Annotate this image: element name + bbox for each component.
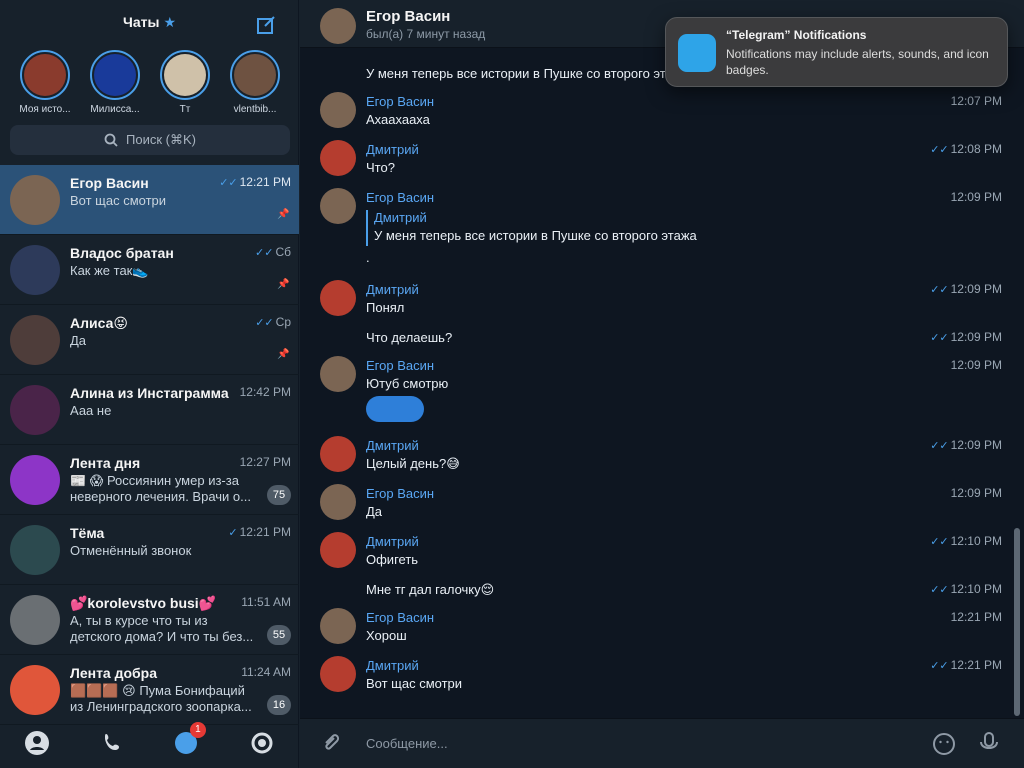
stories-strip: Моя исто... Милисса... Тт vlentbib... [0, 50, 299, 120]
attach-icon[interactable] [320, 733, 342, 755]
chat-row[interactable]: Алиса😝 ✓✓ Ср Да 📌 [0, 305, 299, 375]
system-notification[interactable]: “Telegram” Notifications Notifications m… [665, 17, 1008, 87]
pin-icon: 📌 [277, 349, 290, 360]
avatar[interactable] [320, 8, 356, 44]
message-input[interactable]: Сообщение... [366, 736, 448, 751]
chat-row[interactable]: Владос братан ✓✓ Сб Как же так👟 📌 [0, 235, 299, 305]
profile-icon[interactable] [24, 730, 50, 756]
gear-icon[interactable] [249, 730, 275, 756]
telegram-app: Чаты ★ Моя исто... Милисса... Тт vlentbib… [0, 0, 1024, 768]
story-item[interactable]: Милисса... [80, 50, 150, 115]
sidebar: Чаты ★ Моя исто... Милисса... Тт vlentbib… [0, 0, 299, 768]
chat-row[interactable]: Егор Васин ✓✓ 12:21 PM Вот щас смотри 📌 [0, 165, 299, 235]
chat-row[interactable]: Лента дня 12:27 PM 📰 😱 Россиянин умер из-з… [0, 445, 299, 515]
pin-icon: 📌 [277, 209, 290, 220]
bottom-navigation: 1 [0, 718, 299, 768]
message-text: У меня теперь все истории в Пушке со вто… [366, 66, 689, 81]
unread-badge: 16 [267, 695, 291, 715]
telegram-logo-icon [678, 34, 716, 72]
search-input[interactable]: Поиск (⌘K) [10, 125, 290, 155]
notification-body: Notifications may include alerts, sounds… [726, 47, 989, 77]
star-icon[interactable]: ★ [163, 14, 176, 30]
chat-list: Егор Васин ✓✓ 12:21 PM Вот щас смотри 📌 Влад… [0, 165, 299, 725]
phone-icon[interactable] [99, 730, 125, 756]
search-icon [104, 133, 118, 147]
story-item[interactable]: Тт [150, 50, 220, 115]
chat-row[interactable]: 💕korolevstvo busi💕 11:51 AM А, ты в курсе … [0, 585, 299, 655]
notification-title: “Telegram” Notifications [726, 28, 867, 42]
story-item[interactable]: Моя исто... [10, 50, 80, 115]
emoji-icon[interactable] [932, 732, 956, 756]
message-list: У меня теперь все истории в Пушке со вто… [300, 48, 1024, 718]
nav-badge: 1 [189, 722, 206, 738]
chat-pane: Егор Васин был(а) 7 минут назад У меня т… [300, 0, 1024, 768]
chat-row[interactable]: Тёма ✓ 12:21 PM Отменённый звонок [0, 515, 299, 585]
scrollbar[interactable] [1014, 528, 1020, 716]
chats-tab[interactable]: 1 [174, 722, 206, 756]
composer: Сообщение... [300, 718, 1024, 768]
chat-status: был(а) 7 минут назад [366, 27, 486, 41]
microphone-icon[interactable] [978, 731, 1000, 755]
chat-title: Егор Васин [366, 8, 451, 25]
chat-row[interactable]: Лента добра 11:24 AM 🟫🟫🟫 😢 Пума Бонифаций … [0, 655, 299, 725]
chat-row[interactable]: Алина из Инстаграмма 12:42 PM Ааа не [0, 375, 299, 445]
unread-badge: 55 [267, 625, 291, 645]
unread-badge: 75 [267, 485, 291, 505]
compose-icon[interactable] [255, 14, 277, 36]
reaction-badge[interactable] [366, 396, 424, 422]
story-item[interactable]: vlentbib... [220, 50, 290, 115]
pin-icon: 📌 [277, 279, 290, 290]
